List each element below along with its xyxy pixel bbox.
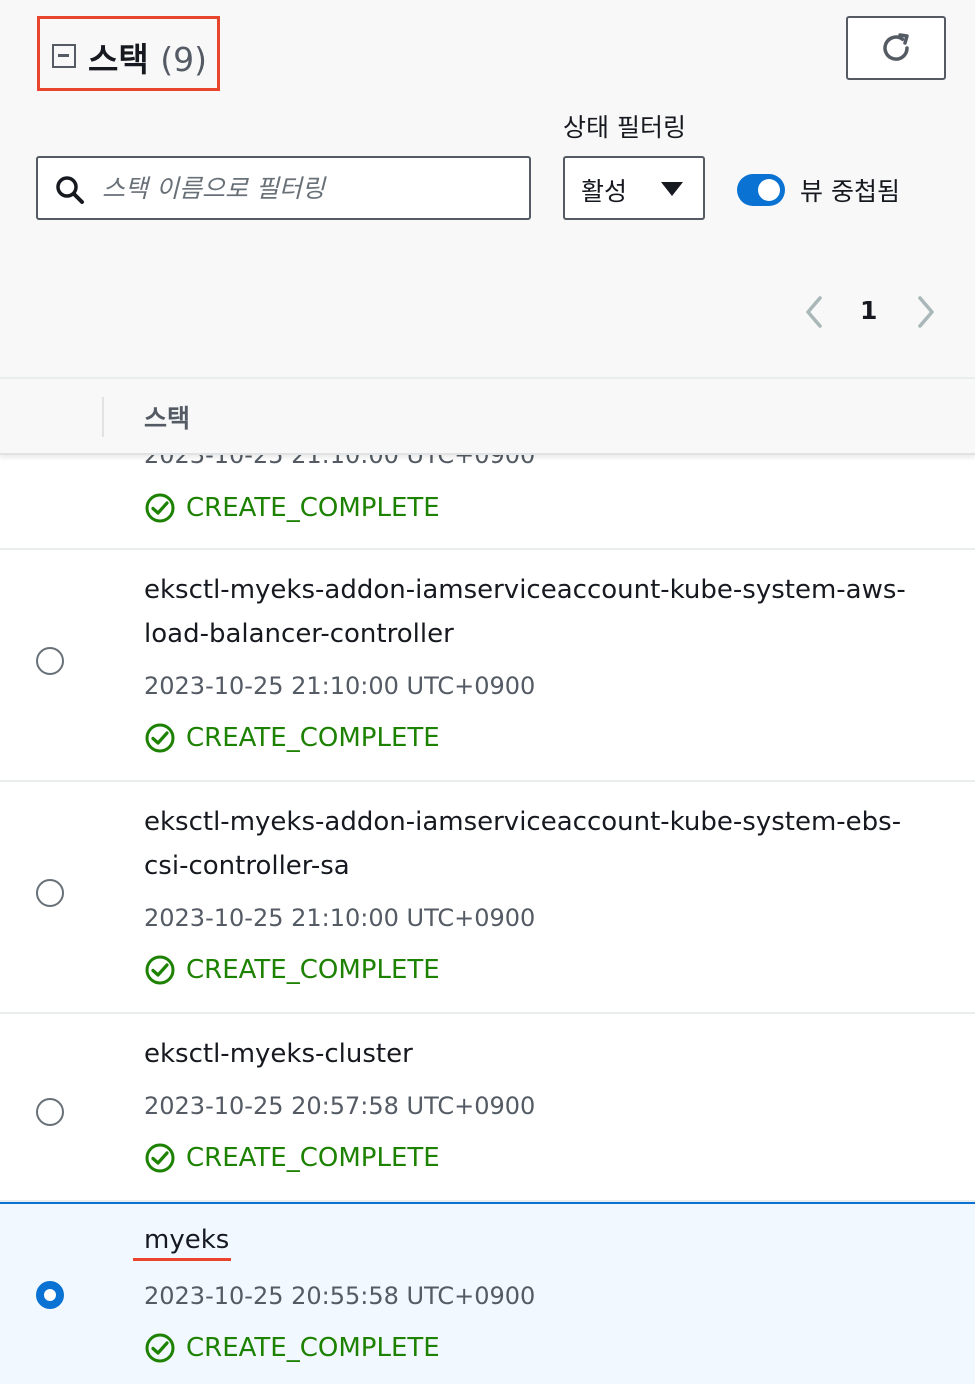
- column-header-stack[interactable]: 스택: [144, 399, 190, 435]
- check-circle-icon: [145, 1143, 175, 1173]
- stack-name[interactable]: eksctl-myeks-addon-iamserviceaccount-kub…: [144, 568, 944, 656]
- status-text: CREATE_COMPLETE: [186, 493, 440, 523]
- stack-name[interactable]: eksctl-myeks-cluster: [144, 1032, 944, 1076]
- table-header: 스택: [0, 377, 975, 455]
- page-title: 스택 (9): [88, 33, 207, 81]
- current-page[interactable]: 1: [860, 296, 877, 325]
- toggle-knob: [758, 179, 780, 201]
- table-row[interactable]: eksctl-myeks-addon-iamserviceaccount-kub…: [0, 550, 975, 782]
- status-text: CREATE_COMPLETE: [186, 1333, 440, 1363]
- stacks-panel-header: 스택 (9) 상태 필터링 활성 뷰 중첩됨 1: [0, 0, 975, 377]
- table-row-selected[interactable]: myeks 2023-10-25 20:55:58 UTC+0900 CREAT…: [0, 1202, 975, 1384]
- search-icon: [56, 176, 84, 204]
- status-filter-label: 상태 필터링: [563, 113, 686, 142]
- row-timestamp: 2023-10-25 20:55:58 UTC+0900: [144, 1282, 536, 1310]
- table-row[interactable]: eksctl-myeks-addon-iamserviceaccount-kub…: [0, 782, 975, 1014]
- row-timestamp: 2023-10-25 21:10:00 UTC+0900: [144, 904, 536, 932]
- stack-name[interactable]: myeks: [144, 1218, 944, 1262]
- chevron-left-icon[interactable]: [800, 294, 830, 330]
- nested-view-label: 뷰 중첩됨: [800, 177, 900, 206]
- row-status: CREATE_COMPLETE: [144, 954, 440, 986]
- row-timestamp: 2023-10-25 21:10:00 UTC+0900: [144, 455, 536, 469]
- row-radio[interactable]: [36, 879, 64, 907]
- caret-down-icon: [661, 182, 683, 196]
- refresh-button[interactable]: [846, 16, 946, 80]
- status-filter-value: 활성: [581, 177, 628, 206]
- search-input[interactable]: [102, 168, 512, 208]
- stack-name[interactable]: eksctl-myeks-addon-iamserviceaccount-kub…: [144, 800, 944, 888]
- check-circle-icon: [145, 723, 175, 753]
- table-row[interactable]: eksctl-myeks-cluster 2023-10-25 20:57:58…: [0, 1014, 975, 1202]
- title-label: 스택: [88, 40, 149, 79]
- table-row[interactable]: 2023-10-25 21:10:00 UTC+0900 CREATE_COMP…: [0, 455, 975, 550]
- nested-view-toggle[interactable]: [737, 174, 785, 206]
- row-radio-selected[interactable]: [36, 1281, 64, 1309]
- row-radio[interactable]: [36, 647, 64, 675]
- name-highlight-underline: [133, 1258, 231, 1261]
- row-radio[interactable]: [36, 1098, 64, 1126]
- stack-count: (9): [160, 40, 207, 79]
- row-timestamp: 2023-10-25 20:57:58 UTC+0900: [144, 1092, 536, 1120]
- check-circle-icon: [145, 493, 175, 523]
- search-field[interactable]: [36, 156, 531, 220]
- row-status: CREATE_COMPLETE: [144, 722, 440, 754]
- chevron-right-icon[interactable]: [912, 294, 942, 330]
- status-text: CREATE_COMPLETE: [186, 723, 440, 753]
- check-circle-icon: [145, 1333, 175, 1363]
- status-filter-select[interactable]: 활성: [563, 156, 705, 220]
- title-highlight-box: 스택 (9): [37, 16, 220, 91]
- column-divider: [102, 397, 104, 437]
- row-status: CREATE_COMPLETE: [144, 1332, 440, 1364]
- row-status: CREATE_COMPLETE: [144, 1142, 440, 1174]
- check-circle-icon: [145, 955, 175, 985]
- row-timestamp: 2023-10-25 21:10:00 UTC+0900: [144, 672, 536, 700]
- stack-list: 2023-10-25 21:10:00 UTC+0900 CREATE_COMP…: [0, 455, 975, 1384]
- refresh-icon: [883, 33, 909, 61]
- status-text: CREATE_COMPLETE: [186, 1143, 440, 1173]
- collapse-square-icon[interactable]: [52, 44, 76, 68]
- status-text: CREATE_COMPLETE: [186, 955, 440, 985]
- row-status: CREATE_COMPLETE: [144, 492, 440, 524]
